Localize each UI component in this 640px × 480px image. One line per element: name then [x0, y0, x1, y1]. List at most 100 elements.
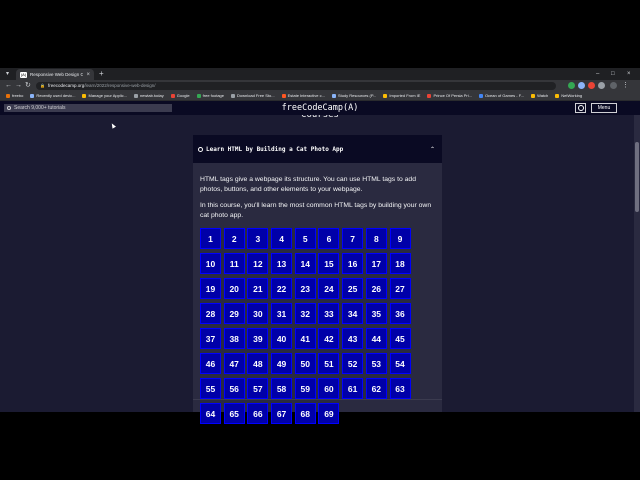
bookmark-item[interactable]: Watch	[531, 93, 548, 98]
bookmark-item[interactable]: newtab.today	[133, 93, 164, 98]
step-button[interactable]: 7	[342, 228, 364, 249]
step-button[interactable]: 25	[342, 278, 364, 299]
step-button[interactable]: 62	[365, 378, 387, 399]
step-button[interactable]: 63	[389, 378, 411, 399]
step-button[interactable]: 52	[342, 353, 364, 374]
step-button[interactable]: 10	[200, 253, 221, 274]
step-button[interactable]: 29	[223, 303, 245, 324]
step-button[interactable]: 27	[389, 278, 411, 299]
step-button[interactable]: 50	[294, 353, 316, 374]
step-button[interactable]: 57	[247, 378, 269, 399]
step-button[interactable]: 69	[318, 403, 340, 424]
step-button[interactable]: 11	[223, 253, 245, 274]
step-button[interactable]: 42	[318, 328, 340, 349]
close-window-icon[interactable]: ×	[627, 69, 631, 79]
menu-button[interactable]: Menu	[591, 103, 617, 113]
step-button[interactable]: 6	[318, 228, 340, 249]
step-button[interactable]: 28	[200, 303, 221, 324]
step-button[interactable]: 33	[318, 303, 340, 324]
bookmark-item[interactable]: Recently used devic...	[30, 93, 75, 98]
caret-up-icon[interactable]: ⌃	[430, 146, 435, 153]
scrollbar-thumb[interactable]	[635, 142, 639, 212]
profile-avatar[interactable]	[610, 81, 617, 89]
step-button[interactable]: 49	[271, 353, 293, 374]
step-button[interactable]: 9	[389, 228, 411, 249]
step-button[interactable]: 32	[294, 303, 316, 324]
step-button[interactable]: 36	[389, 303, 411, 324]
reload-icon[interactable]: ↻	[25, 80, 31, 91]
address-bar[interactable]: 🔒 freecodecamp.org /learn/2022/responsiv…	[36, 81, 556, 90]
step-button[interactable]: 35	[365, 303, 387, 324]
step-button[interactable]: 34	[342, 303, 364, 324]
step-button[interactable]: 55	[200, 378, 221, 399]
step-button[interactable]: 19	[200, 278, 221, 299]
step-button[interactable]: 39	[247, 328, 269, 349]
bookmark-item[interactable]: Estate Interactive c...	[281, 93, 325, 98]
step-button[interactable]: 23	[294, 278, 316, 299]
step-button[interactable]: 58	[271, 378, 293, 399]
tab-search-icon[interactable]: ▾	[6, 69, 9, 79]
step-button[interactable]: 56	[223, 378, 245, 399]
bookmark-item[interactable]: Prince Of Persia Pri...	[427, 93, 472, 98]
back-icon[interactable]: ←	[5, 80, 12, 91]
step-button[interactable]: 22	[271, 278, 293, 299]
bookmark-item[interactable]: free footage	[196, 93, 224, 98]
step-button[interactable]: 18	[389, 253, 411, 274]
language-button[interactable]	[575, 103, 586, 113]
step-button[interactable]: 60	[318, 378, 340, 399]
extension-icon[interactable]	[588, 81, 595, 89]
step-button[interactable]: 30	[247, 303, 269, 324]
step-button[interactable]: 3	[247, 228, 269, 249]
bookmark-item[interactable]: Google	[170, 93, 190, 98]
browser-menu-icon[interactable]: ⋮	[622, 80, 629, 91]
step-button[interactable]: 59	[294, 378, 316, 399]
step-button[interactable]: 31	[271, 303, 293, 324]
forward-icon[interactable]: →	[15, 80, 22, 91]
step-button[interactable]: 43	[342, 328, 364, 349]
step-button[interactable]: 47	[223, 353, 245, 374]
step-button[interactable]: 51	[318, 353, 340, 374]
extensions-puzzle-icon[interactable]	[598, 81, 605, 89]
step-button[interactable]: 46	[200, 353, 221, 374]
step-button[interactable]: 5	[294, 228, 316, 249]
step-button[interactable]: 2	[223, 228, 245, 249]
step-button[interactable]: 4	[271, 228, 293, 249]
step-button[interactable]: 8	[365, 228, 387, 249]
step-button[interactable]: 48	[247, 353, 269, 374]
search-input[interactable]: Search 9,000+ tutorials	[4, 104, 172, 112]
step-button[interactable]: 38	[223, 328, 245, 349]
extension-icon[interactable]	[578, 81, 585, 89]
new-tab-icon[interactable]: +	[99, 69, 104, 79]
step-button[interactable]: 13	[271, 253, 293, 274]
step-button[interactable]: 64	[200, 403, 221, 424]
step-button[interactable]: 12	[247, 253, 269, 274]
bookmark-item[interactable]: Study Resources (P...	[331, 93, 376, 98]
step-button[interactable]: 16	[342, 253, 364, 274]
step-button[interactable]: 20	[223, 278, 245, 299]
step-button[interactable]: 40	[271, 328, 293, 349]
bookmark-item[interactable]: NetWorking	[555, 93, 582, 98]
step-button[interactable]: 65	[223, 403, 245, 424]
bookmark-item[interactable]: Manage your Applic...	[82, 93, 127, 98]
step-button[interactable]: 26	[365, 278, 387, 299]
step-button[interactable]: 66	[247, 403, 269, 424]
step-button[interactable]: 67	[271, 403, 293, 424]
step-button[interactable]: 17	[365, 253, 387, 274]
step-button[interactable]: 37	[200, 328, 221, 349]
step-button[interactable]: 1	[200, 228, 221, 249]
step-button[interactable]: 21	[247, 278, 269, 299]
step-button[interactable]: 54	[389, 353, 411, 374]
step-button[interactable]: 61	[342, 378, 364, 399]
browser-tab-active[interactable]: (A) Responsive Web Design Certific... ×	[16, 69, 94, 80]
step-button[interactable]: 15	[318, 253, 340, 274]
step-button[interactable]: 45	[389, 328, 411, 349]
bookmark-item[interactable]: Download Free Sto...	[231, 93, 275, 98]
bookmark-item[interactable]: freebo	[6, 93, 23, 98]
extension-icon[interactable]	[568, 81, 575, 89]
course-header-toggle[interactable]: Learn HTML by Building a Cat Photo App	[193, 135, 442, 163]
tab-close-icon[interactable]: ×	[86, 72, 90, 78]
step-button[interactable]: 24	[318, 278, 340, 299]
bookmark-item[interactable]: Imported From IE	[383, 93, 420, 98]
step-button[interactable]: 44	[365, 328, 387, 349]
step-button[interactable]: 14	[294, 253, 316, 274]
